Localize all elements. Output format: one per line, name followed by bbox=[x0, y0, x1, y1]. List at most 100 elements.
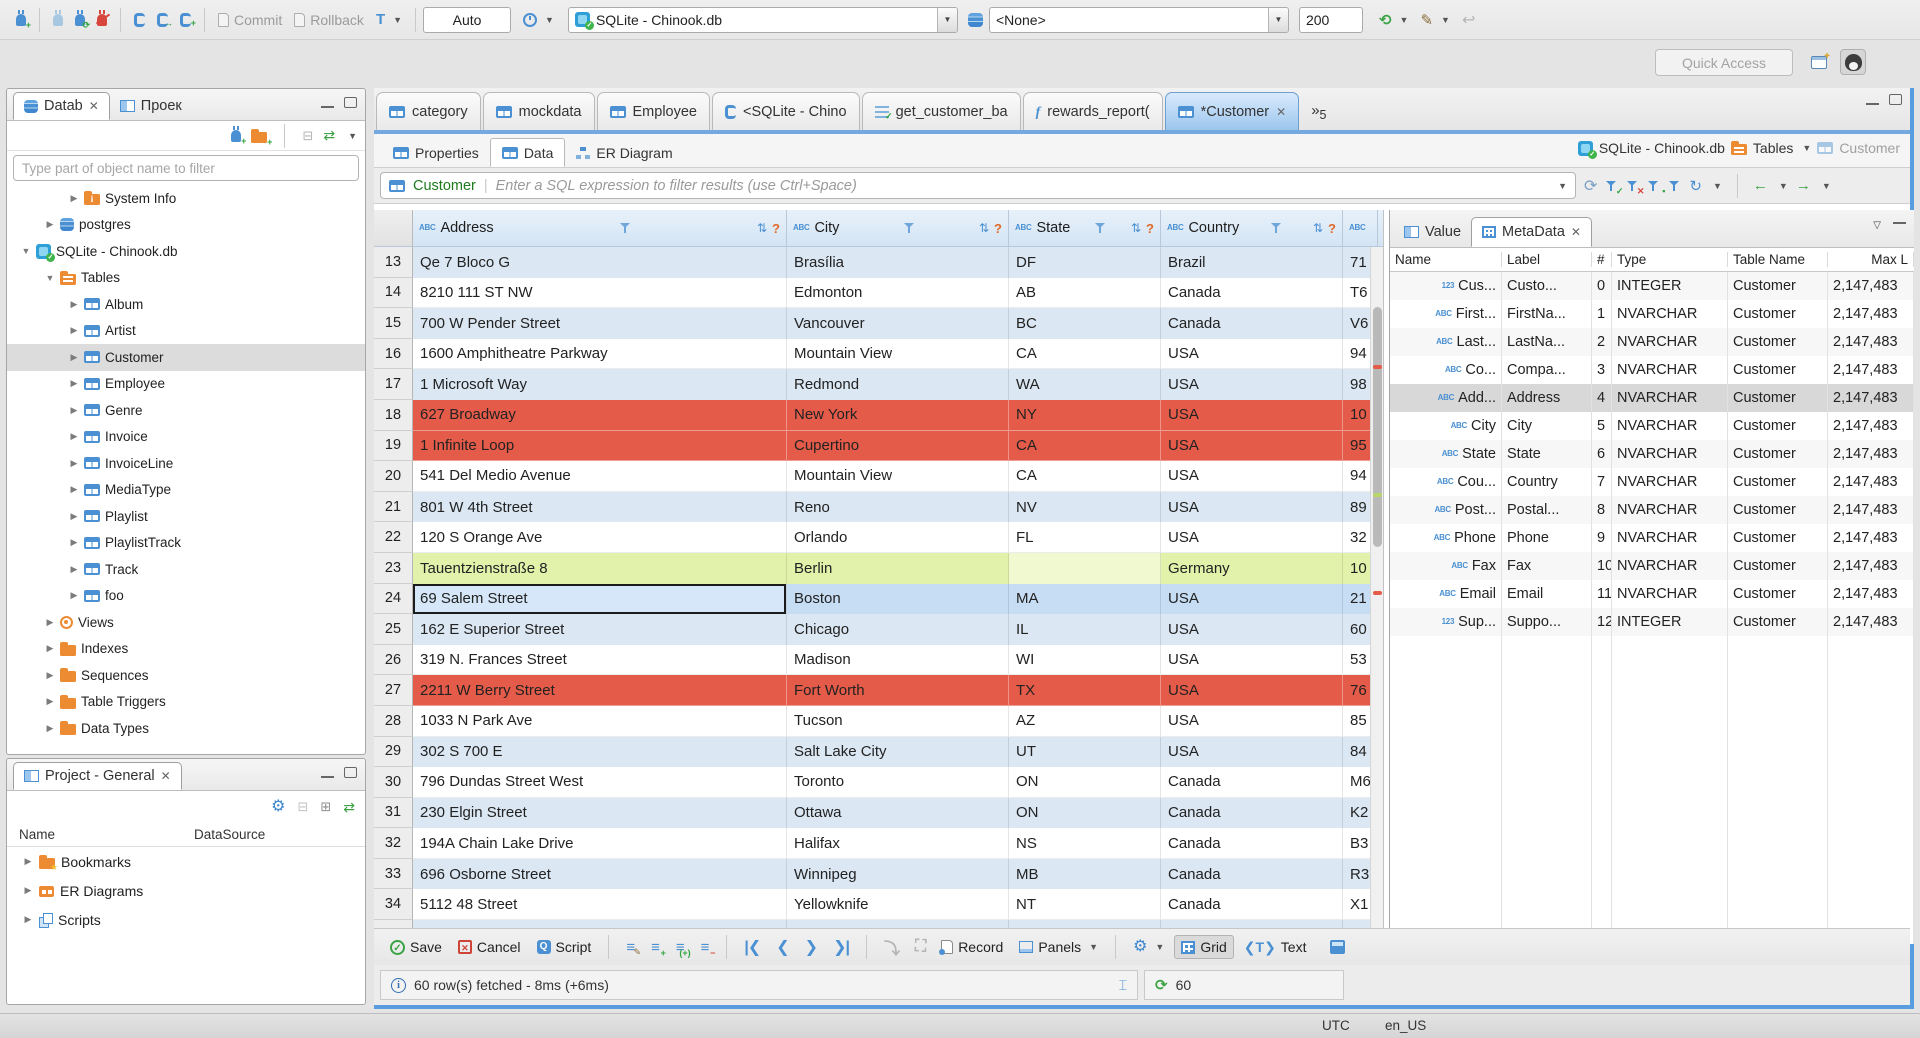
row-number[interactable]: 23 bbox=[374, 552, 413, 584]
sql-format-button[interactable]: ✎ ▼ bbox=[1414, 7, 1456, 33]
grid-cell[interactable]: Canada bbox=[1161, 767, 1343, 798]
chevron-right-icon[interactable]: ▶ bbox=[45, 643, 55, 654]
tree-item-playlist[interactable]: ▶ Playlist bbox=[7, 503, 365, 530]
metadata-cell[interactable]: 3 bbox=[1592, 356, 1612, 384]
zoom-cell-button[interactable]: ⛶ bbox=[909, 935, 931, 959]
tree-item-table-triggers[interactable]: ▶ Table Triggers bbox=[7, 689, 365, 716]
grid-cell[interactable]: Canada bbox=[1161, 828, 1343, 859]
grid-cell[interactable]: 120 S Orange Ave bbox=[413, 522, 787, 553]
metadata-cell[interactable]: 10 bbox=[1592, 552, 1612, 580]
schema-combo[interactable]: <None> ▼ bbox=[988, 6, 1289, 33]
metadata-row[interactable]: ABC City City 5 NVARCHAR Customer 2,147,483 bbox=[1390, 412, 1914, 440]
chevron-right-icon[interactable]: ▶ bbox=[69, 431, 79, 442]
tab-projects[interactable]: Проек bbox=[110, 92, 192, 120]
chevron-right-icon[interactable]: ▶ bbox=[69, 405, 79, 416]
metadata-cell[interactable]: 9 bbox=[1592, 524, 1612, 552]
grid-cell[interactable]: New York bbox=[787, 399, 1009, 431]
dropdown-icon[interactable]: ▽ bbox=[1873, 220, 1881, 231]
context-connection[interactable]: SQLite - Chinook.db bbox=[1599, 140, 1725, 156]
tab-value[interactable]: Value bbox=[1394, 217, 1471, 247]
rollback-button[interactable]: Rollback bbox=[288, 8, 370, 32]
grid-cell[interactable]: Canada bbox=[1161, 277, 1343, 309]
grid-cell[interactable]: TX bbox=[1009, 675, 1161, 706]
collapse-icon[interactable]: ⊟ bbox=[297, 799, 308, 815]
project-item-bookmarks[interactable]: ▶ Bookmarks bbox=[7, 847, 365, 876]
tree-item-tables[interactable]: ▼ Tables bbox=[7, 265, 365, 292]
link-with-editor-icon[interactable]: ⇄ bbox=[323, 127, 335, 144]
grid-cell[interactable]: Berlin bbox=[787, 552, 1009, 584]
tab-overflow-chevron[interactable]: »5 bbox=[1301, 102, 1336, 122]
metadata-cell[interactable]: 2,147,483 bbox=[1828, 412, 1914, 440]
chevron-right-icon[interactable]: ▶ bbox=[23, 914, 33, 925]
metadata-cell[interactable]: ABC City bbox=[1390, 412, 1502, 440]
editor-tab-mockdata[interactable]: mockdata bbox=[482, 92, 595, 130]
navigator-filter-input[interactable]: Type part of object name to filter bbox=[13, 155, 359, 181]
grid-cell[interactable]: 5112 48 Street bbox=[413, 889, 787, 921]
scrollbar-thumb[interactable] bbox=[1373, 307, 1382, 547]
grid-cell[interactable]: NY bbox=[1009, 399, 1161, 431]
tree-item-artist[interactable]: ▶ Artist bbox=[7, 318, 365, 345]
grid-cell[interactable]: 1 Microsoft Way bbox=[413, 369, 787, 400]
grid-cell[interactable]: AZ bbox=[1009, 705, 1161, 737]
metadata-cell[interactable]: NVARCHAR bbox=[1612, 524, 1728, 552]
sync-icon[interactable]: ⟳ bbox=[1155, 976, 1168, 994]
metadata-cell[interactable]: ABC Last... bbox=[1390, 328, 1502, 356]
new-folder-icon[interactable]: + bbox=[251, 128, 272, 146]
connection-combo-arrow[interactable]: ▼ bbox=[936, 7, 957, 32]
grid-cell[interactable]: NS bbox=[1009, 828, 1161, 859]
metadata-cell[interactable]: Address bbox=[1502, 384, 1592, 412]
chevron-right-icon[interactable]: ▶ bbox=[45, 723, 55, 734]
grid-view-button[interactable]: Grid bbox=[1174, 935, 1234, 959]
grid-cell[interactable]: 700 W Pender Street bbox=[413, 308, 787, 339]
last-row-button[interactable]: ❯| bbox=[827, 934, 855, 960]
grid-column-header-address[interactable]: ABC Address ⇅? bbox=[413, 210, 787, 246]
grid-cell[interactable]: 69 Salem Street bbox=[413, 583, 787, 615]
metadata-cell[interactable]: City bbox=[1502, 412, 1592, 440]
metadata-row[interactable]: ABC Email Email 11 NVARCHAR Customer 2,147,483 bbox=[1390, 580, 1914, 608]
grid-cell[interactable]: 230 Elgin Street bbox=[413, 797, 787, 829]
chevron-right-icon[interactable]: ▶ bbox=[69, 352, 79, 363]
metadata-cell[interactable]: ABC Phone bbox=[1390, 524, 1502, 552]
minimize-icon[interactable] bbox=[321, 104, 334, 108]
grid-cell[interactable]: Yellowknife bbox=[787, 889, 1009, 921]
grid-cell[interactable]: 796 Dundas Street West bbox=[413, 767, 787, 798]
grid-cell[interactable]: Salt Lake City bbox=[787, 736, 1009, 768]
grid-cell[interactable]: CA bbox=[1009, 338, 1161, 370]
view-menu-icon[interactable]: ▼ bbox=[348, 131, 357, 141]
save-button[interactable]: ✓ Save bbox=[384, 936, 448, 958]
grid-cell[interactable]: 319 N. Frances Street bbox=[413, 644, 787, 676]
pin-icon[interactable]: ⌶ bbox=[1119, 977, 1127, 994]
fetch-next-icon[interactable]: → bbox=[1796, 177, 1811, 194]
grid-cell[interactable]: Brasília bbox=[787, 247, 1009, 278]
grid-cell[interactable]: Canada bbox=[1161, 858, 1343, 890]
tree-item-employee[interactable]: ▶ Employee bbox=[7, 371, 365, 398]
metadata-cell[interactable]: ABC Cou... bbox=[1390, 468, 1502, 496]
maximize-icon[interactable] bbox=[344, 97, 357, 108]
collapse-all-icon[interactable]: ⊟ bbox=[302, 128, 313, 144]
metadata-cell[interactable]: ABC Add... bbox=[1390, 384, 1502, 412]
metadata-cell[interactable]: 2,147,483 bbox=[1828, 552, 1914, 580]
row-number[interactable]: 27 bbox=[374, 675, 413, 706]
grid-cell[interactable]: Mountain View bbox=[787, 461, 1009, 492]
metadata-cell[interactable]: 123 Sup... bbox=[1390, 608, 1502, 636]
maximize-icon[interactable] bbox=[1889, 94, 1902, 105]
chevron-right-icon[interactable]: ▶ bbox=[23, 885, 33, 896]
close-icon[interactable]: ✕ bbox=[1571, 225, 1581, 239]
metadata-row[interactable]: ABC Post... Postal... 8 NVARCHAR Customer 2,14… bbox=[1390, 496, 1914, 524]
grid-column-header-city[interactable]: ABC City ⇅? bbox=[787, 210, 1009, 246]
chevron-right-icon[interactable]: ▶ bbox=[69, 564, 79, 575]
grid-column-header-country[interactable]: ABC Country ⇅? bbox=[1161, 210, 1343, 246]
chevron-right-icon[interactable]: ▶ bbox=[45, 696, 55, 707]
row-number[interactable]: 17 bbox=[374, 369, 413, 400]
chevron-right-icon[interactable]: ▶ bbox=[45, 617, 55, 628]
editor-tab--customer[interactable]: *Customer ✕ bbox=[1164, 92, 1300, 130]
close-icon[interactable]: ✕ bbox=[161, 769, 171, 783]
copy-row-button[interactable]: ≡ (+) bbox=[670, 936, 691, 959]
metadata-cell[interactable]: Custo... bbox=[1502, 272, 1592, 300]
metadata-cell[interactable]: 2,147,483 bbox=[1828, 272, 1914, 300]
grid-cell[interactable]: 302 S 700 E bbox=[413, 736, 787, 768]
grid-cell[interactable]: 1 Infinite Loop bbox=[413, 430, 787, 462]
metadata-cell[interactable]: 2,147,483 bbox=[1828, 356, 1914, 384]
metadata-cell[interactable]: NVARCHAR bbox=[1612, 384, 1728, 412]
tab-metadata[interactable]: MetaData ✕ bbox=[1471, 217, 1592, 247]
